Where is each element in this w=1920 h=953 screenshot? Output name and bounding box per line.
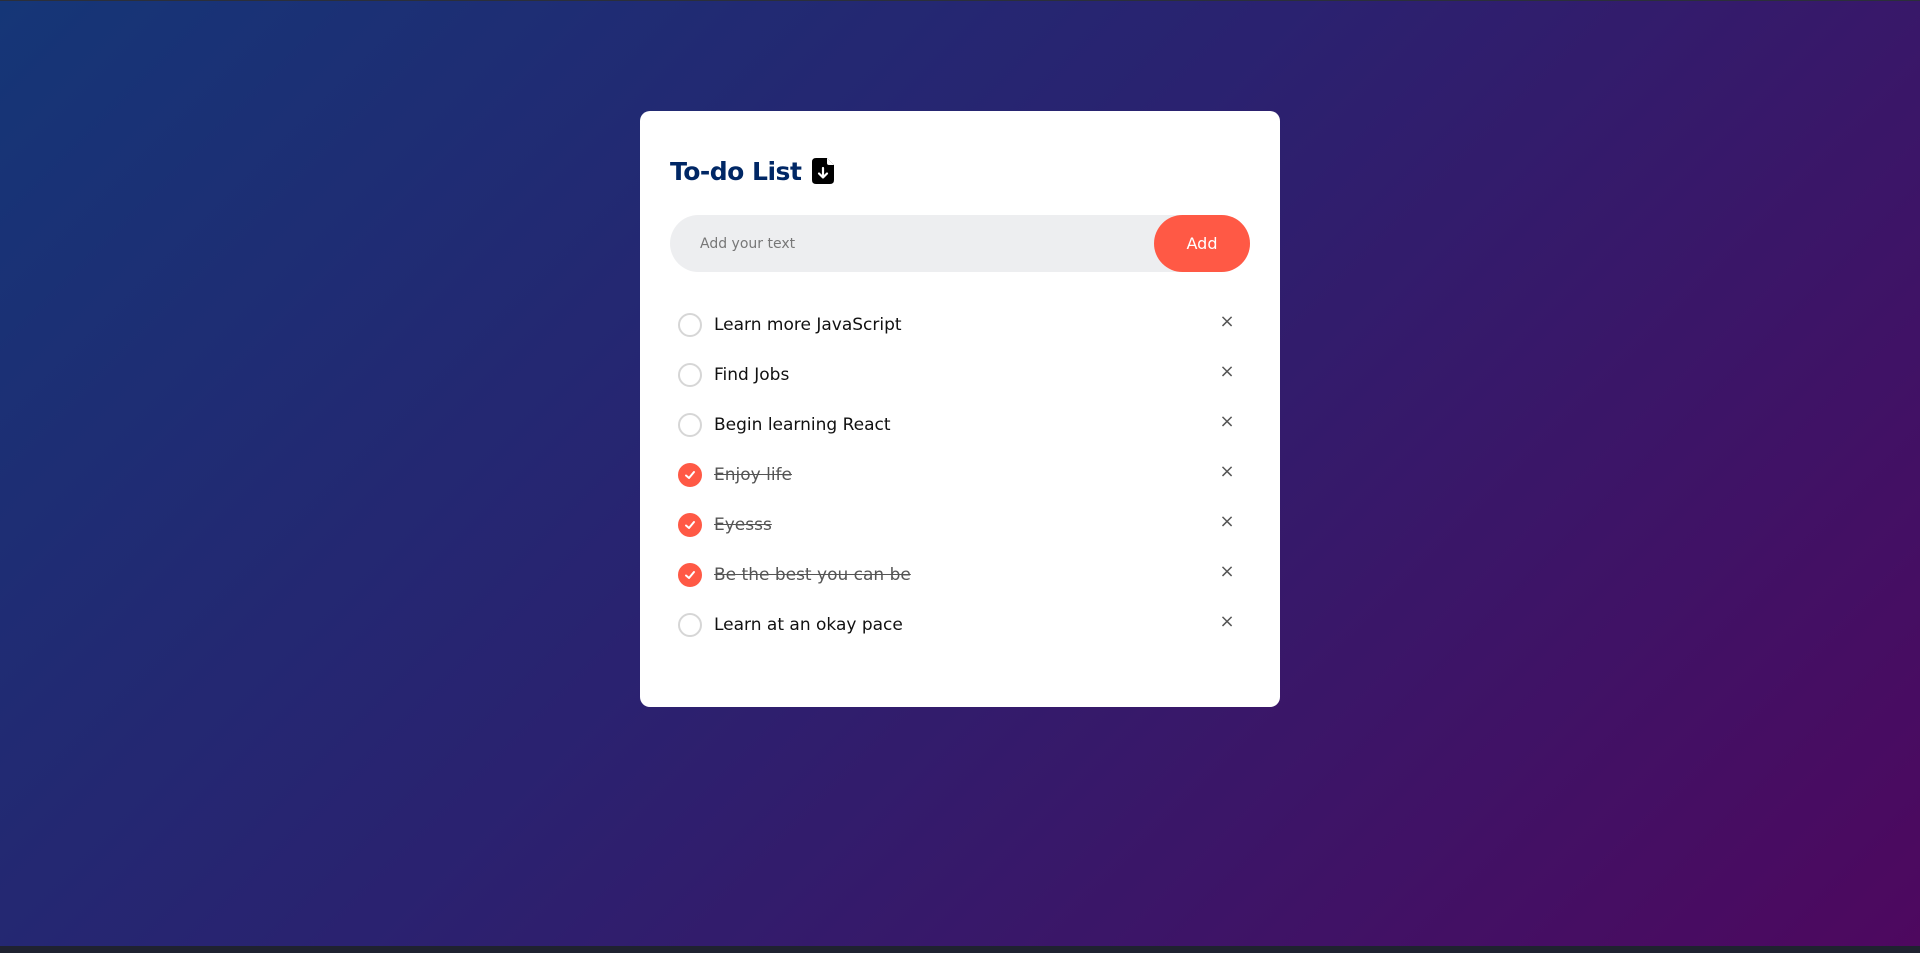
- file-download-icon: [811, 157, 837, 185]
- task-item[interactable]: Learn at an okay pace ×: [670, 600, 1250, 650]
- task-item[interactable]: Begin learning React ×: [670, 400, 1250, 450]
- task-label: Learn at an okay pace: [714, 615, 903, 635]
- checkbox-checked[interactable]: [678, 563, 702, 587]
- task-item[interactable]: Find Jobs ×: [670, 350, 1250, 400]
- close-icon[interactable]: ×: [1212, 356, 1242, 386]
- task-label: Find Jobs: [714, 365, 790, 385]
- todo-card: To-do List Add Learn more JavaScript × F…: [640, 111, 1280, 707]
- checkbox-unchecked[interactable]: [678, 613, 702, 637]
- task-list: Learn more JavaScript × Find Jobs × Begi…: [670, 300, 1250, 650]
- task-item[interactable]: Learn more JavaScript ×: [670, 300, 1250, 350]
- checkbox-checked[interactable]: [678, 463, 702, 487]
- task-label: Be the best you can be: [714, 565, 911, 585]
- task-item[interactable]: Eyesss ×: [670, 500, 1250, 550]
- close-icon[interactable]: ×: [1212, 506, 1242, 536]
- add-task-row: Add: [670, 215, 1250, 272]
- taskbar-edge: [0, 946, 1920, 953]
- header: To-do List: [670, 151, 1250, 191]
- page-title: To-do List: [670, 156, 802, 186]
- close-icon[interactable]: ×: [1212, 456, 1242, 486]
- close-icon[interactable]: ×: [1212, 306, 1242, 336]
- checkmark-icon: [685, 571, 695, 579]
- checkmark-icon: [685, 521, 695, 529]
- task-label: Learn more JavaScript: [714, 315, 902, 335]
- task-item[interactable]: Be the best you can be ×: [670, 550, 1250, 600]
- checkmark-icon: [685, 471, 695, 479]
- task-label: Enjoy life: [714, 465, 792, 485]
- close-icon[interactable]: ×: [1212, 406, 1242, 436]
- checkbox-unchecked[interactable]: [678, 413, 702, 437]
- close-icon[interactable]: ×: [1212, 606, 1242, 636]
- task-input[interactable]: [700, 235, 1154, 252]
- add-button[interactable]: Add: [1154, 215, 1250, 272]
- task-item[interactable]: Enjoy life ×: [670, 450, 1250, 500]
- close-icon[interactable]: ×: [1212, 556, 1242, 586]
- checkbox-unchecked[interactable]: [678, 313, 702, 337]
- checkbox-unchecked[interactable]: [678, 363, 702, 387]
- task-label: Begin learning React: [714, 415, 891, 435]
- window-top-border: [0, 0, 1920, 1]
- task-label: Eyesss: [714, 515, 772, 535]
- checkbox-checked[interactable]: [678, 513, 702, 537]
